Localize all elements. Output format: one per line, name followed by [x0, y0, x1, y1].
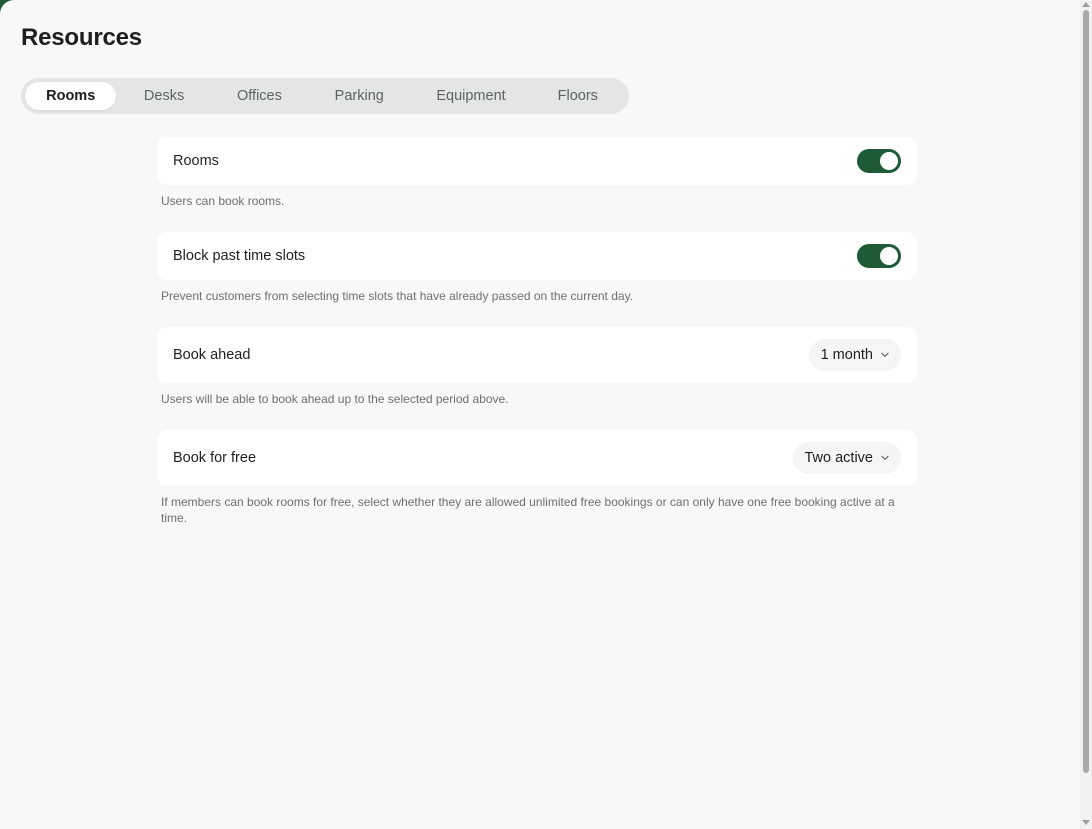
book-free-select[interactable]: Two active [792, 442, 901, 474]
tab-desks[interactable]: Desks [116, 82, 211, 110]
page-scrollbar[interactable] [1080, 0, 1092, 829]
scroll-down-arrow-icon[interactable] [1082, 820, 1090, 825]
tab-offices[interactable]: Offices [212, 82, 307, 110]
book-ahead-select-value: 1 month [820, 347, 873, 363]
rooms-setting-description: Users can book rooms. [161, 194, 285, 208]
chevron-down-icon [881, 454, 889, 462]
book-ahead-setting-card: Book ahead 1 month [157, 327, 917, 383]
block-past-toggle-knob [880, 247, 898, 265]
block-past-setting-card: Block past time slots [157, 232, 917, 280]
tab-equipment[interactable]: Equipment [411, 82, 530, 110]
rooms-setting-label: Rooms [173, 153, 219, 169]
block-past-setting-label: Block past time slots [173, 248, 306, 264]
scroll-up-arrow-icon[interactable] [1082, 2, 1090, 7]
book-free-setting-description: If members can book rooms for free, sele… [161, 495, 895, 525]
tab-floors[interactable]: Floors [531, 82, 625, 110]
book-ahead-select[interactable]: 1 month [808, 339, 901, 371]
rooms-toggle-knob [880, 152, 898, 170]
book-free-setting-card: Book for free Two active [157, 430, 917, 486]
tab-rooms[interactable]: Rooms [25, 82, 117, 110]
block-past-toggle[interactable] [857, 244, 901, 268]
rooms-toggle[interactable] [857, 149, 901, 173]
resource-tabs: Rooms Desks Offices Parking Equipment Fl… [21, 78, 629, 114]
tab-parking[interactable]: Parking [307, 82, 411, 110]
book-ahead-setting-label: Book ahead [173, 347, 251, 363]
scrollbar-thumb[interactable] [1083, 10, 1089, 773]
resources-page: Resources Rooms Desks Offices Parking Eq… [0, 0, 1092, 829]
block-past-setting-description: Prevent customers from selecting time sl… [161, 289, 634, 303]
page-title: Resources [21, 24, 142, 51]
rooms-setting-card: Rooms [157, 137, 917, 185]
window-corner [0, 0, 14, 14]
book-free-setting-label: Book for free [173, 450, 257, 466]
book-free-select-value: Two active [804, 450, 874, 466]
chevron-down-icon [881, 351, 889, 359]
book-ahead-setting-description: Users will be able to book ahead up to t… [161, 392, 509, 406]
